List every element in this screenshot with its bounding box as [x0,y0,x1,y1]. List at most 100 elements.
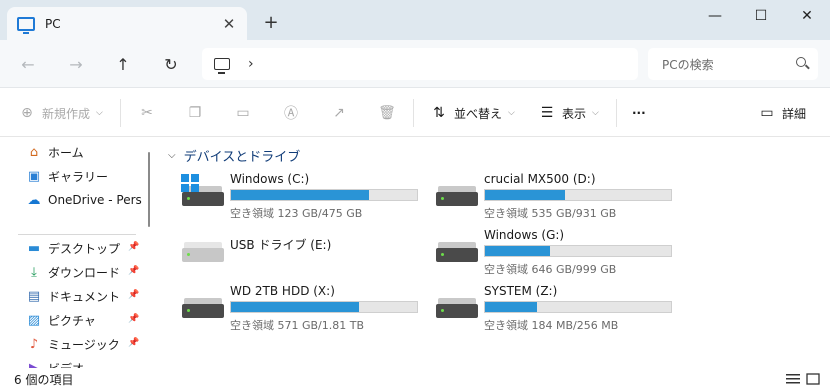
scissors-icon: ✂ [141,105,153,121]
windows-logo-icon [181,174,199,192]
drive-item[interactable]: crucial MX500 (D:) 空き領域 535 GB/931 GB [434,172,684,222]
drive-usage-bar [484,189,672,201]
drive-item[interactable]: Windows (C:) 空き領域 123 GB/475 GB [180,172,430,222]
new-tab-button[interactable]: + [262,12,280,33]
navigation-bar: ← → ↑ ↻ › PCの検索 [0,40,830,88]
new-button[interactable]: ⊕ 新規作成 ⌵ [18,103,103,123]
gallery-icon: ▣ [27,168,41,184]
delete-button[interactable]: 🗑 [378,103,396,123]
chevron-down-icon: ⌵ [96,108,103,118]
minimize-button[interactable]: — [692,0,738,32]
address-bar[interactable]: › [202,48,638,80]
up-button[interactable]: ↑ [111,52,135,76]
drive-free-space: 空き領域 184 MB/256 MB [484,319,619,332]
chevron-down-icon: ⌵ [508,108,515,118]
view-button[interactable]: ☰ 表示 ⌵ [538,103,599,123]
clipboard-icon: ▭ [236,105,250,121]
pin-icon[interactable]: 📌 [128,338,139,348]
sidebar-item-label: デスクトップ [48,241,121,256]
new-label: 新規作成 [42,106,91,121]
sidebar-item-gallery[interactable]: ▣ ギャラリー [26,165,142,187]
sidebar-item-label: OneDrive - Personal [48,193,142,207]
drive-item[interactable]: USB ドライブ (E:) [180,228,430,278]
share-icon: ↗ [333,105,345,121]
group-title: デバイスとドライブ [183,150,301,165]
document-icon: ▤ [27,288,41,304]
pin-icon[interactable]: 📌 [128,242,139,252]
search-placeholder: PCの検索 [662,57,714,72]
download-icon: ⤓ [31,264,37,280]
drive-name: Windows (G:) [484,228,565,242]
title-bar: PC ✕ + — ☐ ✕ [0,0,830,40]
home-icon: ⌂ [29,144,39,160]
drive-free-space: 空き領域 535 GB/931 GB [484,207,617,220]
tab-close-icon[interactable]: ✕ [221,15,237,33]
back-button[interactable]: ← [16,52,40,76]
sidebar-item-label: ドキュメント [48,289,121,304]
sidebar-item-onedrive[interactable]: ☁ OneDrive - Personal [26,189,143,211]
divider [120,99,121,127]
details-pane-icon: ▭ [760,105,774,121]
sort-icon: ⇅ [433,105,445,121]
sidebar-item-label: ダウンロード [48,265,121,280]
tab-pc[interactable]: PC ✕ [7,7,247,40]
drive-item[interactable]: WD 2TB HDD (X:) 空き領域 571 GB/1.81 TB [180,284,430,334]
forward-button[interactable]: → [64,52,88,76]
computer-icon [214,58,230,74]
search-icon [796,57,806,67]
sidebar-item-downloads[interactable]: ⤓ ダウンロード [26,261,142,283]
sidebar-item-desktop[interactable]: ▬ デスクトップ [26,237,142,259]
drive-item[interactable]: Windows (G:) 空き領域 646 GB/999 GB [434,228,684,278]
view-list-icon: ☰ [540,105,554,121]
details-view-icon[interactable] [786,373,800,385]
drive-name: USB ドライブ (E:) [230,238,332,252]
maximize-button[interactable]: ☐ [738,0,784,32]
paste-button[interactable]: ▭ [234,103,252,123]
sidebar-item-videos[interactable]: ▶ ビデオ [26,357,142,369]
divider [616,99,617,127]
sidebar-item-label: ピクチャ [48,313,96,328]
hard-drive-icon [436,186,478,206]
hard-drive-icon [436,242,478,262]
status-bar: 6 個の項目 [0,368,830,391]
music-icon: ♪ [29,336,39,352]
drive-name: SYSTEM (Z:) [484,284,558,298]
sort-button[interactable]: ⇅ 並べ替え ⌵ [430,103,515,123]
drive-item[interactable]: SYSTEM (Z:) 空き領域 184 MB/256 MB [434,284,684,334]
copy-icon: ❐ [188,105,202,121]
sidebar-item-label: ホーム [48,145,84,160]
divider [413,99,414,127]
hard-drive-icon [436,298,478,318]
pin-icon[interactable]: 📌 [128,314,139,324]
pin-icon[interactable]: 📌 [128,266,139,276]
close-button[interactable]: ✕ [784,0,830,32]
sidebar-item-music[interactable]: ♪ ミュージック [26,333,142,355]
usb-drive-icon [182,242,224,262]
refresh-button[interactable]: ↻ [159,52,183,76]
sidebar-item-documents[interactable]: ▤ ドキュメント [26,285,142,307]
search-input[interactable]: PCの検索 [648,48,818,80]
view-label: 表示 [562,106,587,121]
address-chevron-icon[interactable]: › [248,56,254,72]
sidebar-scroll-thumb[interactable] [148,152,150,227]
details-button[interactable]: ▭ 詳細 [758,103,806,123]
sort-label: 並べ替え [454,106,503,121]
more-options-button[interactable]: ··· [632,103,646,123]
cut-button[interactable]: ✂ [138,103,156,123]
drive-free-space: 空き領域 646 GB/999 GB [484,263,617,276]
chevron-down-icon: ⌵ [168,150,176,161]
command-bar: ⊕ 新規作成 ⌵ ✂ ❐ ▭ Ⓐ ↗ 🗑 ⇅ 並べ替え ⌵ ☰ 表示 ⌵ ···… [0,89,830,137]
sidebar-item-label: ギャラリー [48,169,109,184]
details-label: 詳細 [782,106,807,121]
share-button[interactable]: ↗ [330,103,348,123]
chevron-down-icon: ⌵ [592,108,599,118]
pin-icon[interactable]: 📌 [128,290,139,300]
drive-free-space: 空き領域 571 GB/1.81 TB [230,319,365,332]
group-header-devices[interactable]: ⌵ デバイスとドライブ [168,146,300,165]
copy-button[interactable]: ❐ [186,103,204,123]
rename-button[interactable]: Ⓐ [282,103,300,123]
tiles-view-icon[interactable] [806,373,820,385]
sidebar-item-home[interactable]: ⌂ ホーム [26,141,142,163]
sidebar-item-pictures[interactable]: ▨ ピクチャ [26,309,142,331]
item-count: 6 個の項目 [14,373,74,387]
